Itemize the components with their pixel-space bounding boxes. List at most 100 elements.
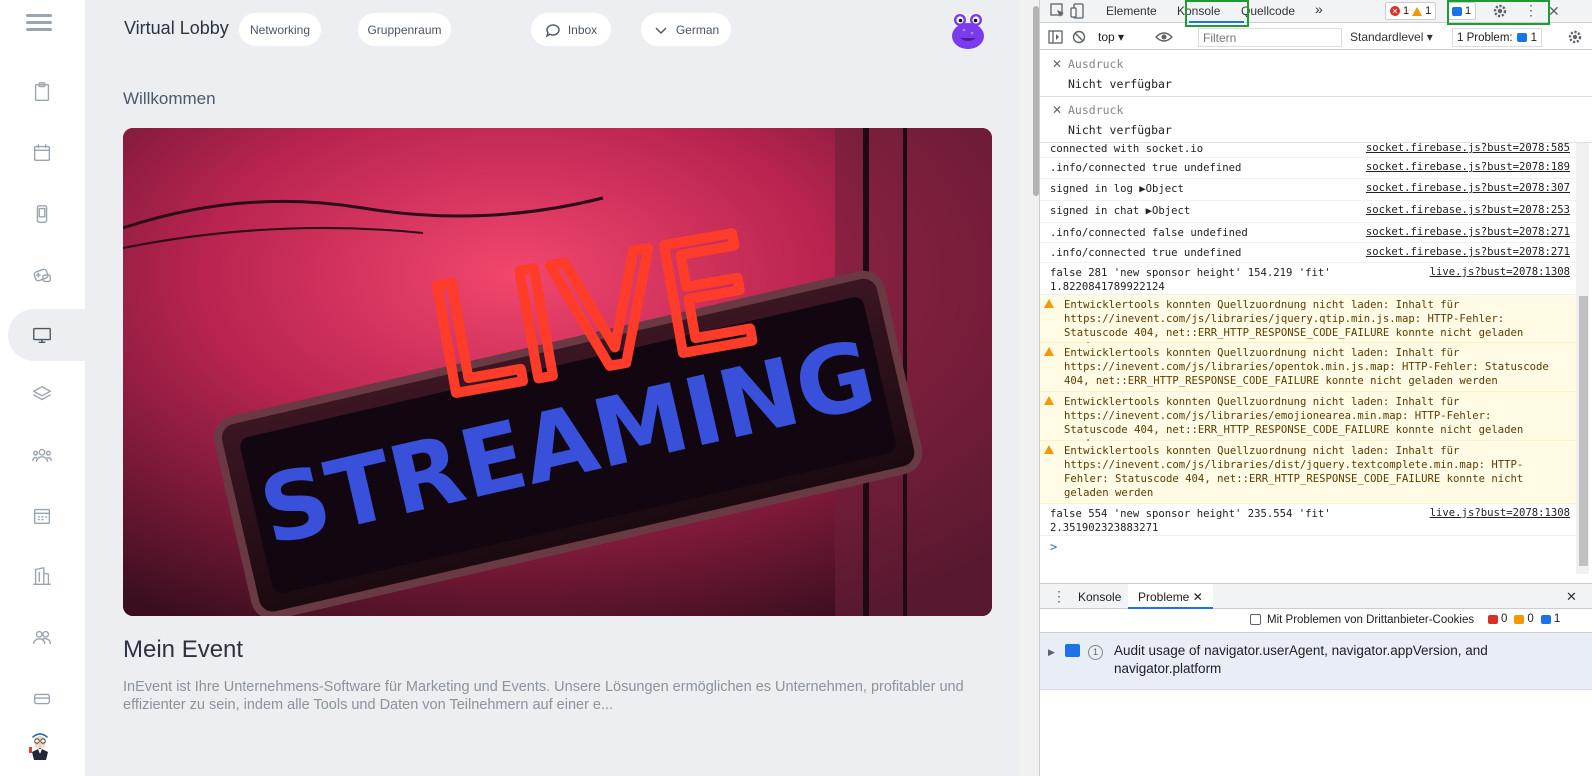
context-selector[interactable]: top ▾: [1098, 30, 1124, 44]
tab-elemente[interactable]: Elemente: [1106, 4, 1157, 18]
source-link[interactable]: socket.firebase.js?bust=2078:271: [1366, 246, 1570, 258]
remove-expression-icon[interactable]: ✕: [1052, 57, 1062, 71]
menu-icon[interactable]: [26, 14, 52, 34]
warning-icon: [1044, 445, 1054, 454]
error-icon: [1488, 614, 1498, 624]
source-link[interactable]: live.js?bust=2078:1308: [1430, 507, 1570, 519]
close-tab-icon: ✕: [1192, 590, 1203, 604]
source-link[interactable]: socket.firebase.js?bust=2078:189: [1366, 161, 1570, 173]
active-tab-indicator: [1189, 21, 1244, 23]
warning-icon: [1514, 614, 1525, 624]
live-expression: ✕ Ausdruck Nicht verfügbar: [1040, 51, 1592, 97]
source-link[interactable]: socket.firebase.js?bust=2078:585: [1366, 143, 1570, 154]
console-log-row: .info/connected false undefined socket.fi…: [1040, 223, 1576, 243]
live-streaming-banner[interactable]: STREAMING LIVE: [123, 128, 992, 616]
warning-icon: [1044, 347, 1054, 356]
mascot-logo: [20, 727, 60, 767]
event-description: InEvent ist Ihre Unternehmens-Software f…: [123, 679, 964, 713]
drawer-tab-probleme[interactable]: Probleme ✕: [1128, 584, 1213, 609]
calendar-grid-icon[interactable]: [22, 496, 62, 536]
expression-value: Nicht verfügbar: [1068, 123, 1172, 137]
console-scrollbar-thumb[interactable]: [1579, 296, 1588, 566]
close-drawer-icon[interactable]: ✕: [1566, 589, 1577, 605]
clear-console-icon[interactable]: [1072, 30, 1086, 44]
console-output: connected with socket.io socket.firebase.…: [1040, 143, 1592, 574]
phone-icon[interactable]: [22, 194, 62, 234]
language-dropdown[interactable]: German: [641, 13, 731, 46]
console-warning-row: Entwicklertools konnten Quellzuordnung n…: [1040, 295, 1576, 353]
gruppenraum-button[interactable]: Gruppenraum: [358, 13, 451, 46]
level-dropdown[interactable]: Standardlevel ▾: [1350, 30, 1433, 44]
console-log-row: .info/connected true undefined socket.fir…: [1040, 243, 1576, 263]
event-title: Mein Event: [123, 636, 244, 663]
third-party-cookie-label: Mit Problemen von Drittanbieter-Cookies: [1267, 614, 1475, 626]
console-log-row[interactable]: signed in chat ▶Object socket.firebase.js…: [1040, 201, 1576, 223]
expand-arrow-icon[interactable]: ▶: [1048, 647, 1055, 658]
drawer-menu-icon[interactable]: ⋮: [1052, 588, 1066, 605]
problems-toolbar: Mit Problemen von Drittanbieter-Cookies …: [1040, 609, 1592, 633]
console-warning-row: Entwicklertools konnten Quellzuordnung n…: [1040, 343, 1576, 392]
remove-expression-icon[interactable]: ✕: [1052, 103, 1062, 117]
issue-title[interactable]: Audit usage of navigator.userAgent, navi…: [1114, 642, 1544, 678]
console-warning-row: Entwicklertools konnten Quellzuordnung n…: [1040, 441, 1576, 504]
issue-count-badge: 1: [1088, 645, 1103, 660]
problems-counts: 0 0 1: [1488, 613, 1560, 625]
console-prompt[interactable]: >: [1050, 540, 1057, 554]
drawer-tab-konsole[interactable]: Konsole: [1078, 590, 1121, 604]
issue-message-icon: [1065, 644, 1080, 657]
inspect-element-icon[interactable]: [1050, 3, 1066, 19]
devtools-panel: Elemente Konsole Quellcode » ✕ 1 1 1 ⋮ ✕ …: [1039, 0, 1592, 776]
console-warning-row: Entwicklertools konnten Quellzuordnung n…: [1040, 392, 1576, 450]
problems-button-highlight: [1447, 0, 1550, 25]
sidebar-toggle-icon[interactable]: [1048, 30, 1063, 44]
building-icon[interactable]: [22, 556, 62, 596]
live-streaming-image: STREAMING LIVE: [123, 128, 992, 616]
device-toolbar-icon[interactable]: [1070, 3, 1086, 19]
people-group-icon[interactable]: [22, 435, 62, 475]
third-party-cookie-checkbox[interactable]: [1250, 614, 1261, 625]
console-log-row[interactable]: signed in log ▶Object socket.firebase.js?…: [1040, 179, 1576, 201]
error-warning-counter[interactable]: ✕ 1 1: [1385, 2, 1437, 20]
issue-row[interactable]: ▶ 1 Audit usage of navigator.userAgent, …: [1040, 633, 1592, 690]
source-link[interactable]: socket.firebase.js?bust=2078:271: [1366, 226, 1570, 238]
more-tabs-button[interactable]: »: [1315, 1, 1323, 17]
console-log-row: false 554 'new sponsor height' 235.554 '…: [1040, 504, 1576, 536]
live-expression: ✕ Ausdruck Nicht verfügbar: [1040, 97, 1592, 143]
ticket-icon[interactable]: [22, 679, 62, 719]
source-link[interactable]: socket.firebase.js?bust=2078:253: [1366, 204, 1570, 216]
warning-icon: [1044, 299, 1054, 308]
console-log-row: false 281 'new sponsor height' 154.219 '…: [1040, 263, 1576, 295]
gamepad-icon[interactable]: [22, 255, 62, 295]
avatar[interactable]: [950, 12, 986, 50]
users-icon[interactable]: [22, 617, 62, 657]
networking-button[interactable]: Networking: [239, 13, 321, 46]
chevron-down-icon: [655, 27, 667, 34]
drawer-tabbar: ⋮ Konsole Probleme ✕ ✕: [1040, 583, 1592, 609]
expression-value: Nicht verfügbar: [1068, 77, 1172, 91]
layers-icon[interactable]: [22, 374, 62, 414]
problems-button[interactable]: 1 Problem: 1: [1452, 28, 1543, 47]
error-icon: ✕: [1390, 6, 1400, 16]
console-log-row: .info/connected true undefined socket.fir…: [1040, 158, 1576, 179]
warning-icon: [1412, 6, 1423, 16]
clipboard-icon[interactable]: [22, 72, 62, 112]
monitor-icon[interactable]: [22, 315, 62, 355]
filter-input[interactable]: [1198, 28, 1342, 47]
chat-bubble-icon: [545, 23, 560, 37]
console-toolbar: top ▾ Standardlevel ▾ 1 Problem: 1: [1040, 25, 1592, 50]
inbox-button[interactable]: Inbox: [531, 13, 611, 46]
expression-label[interactable]: Ausdruck: [1068, 57, 1123, 71]
eye-icon[interactable]: [1155, 31, 1173, 43]
welcome-heading: Willkommen: [123, 89, 216, 108]
source-link[interactable]: live.js?bust=2078:1308: [1430, 266, 1570, 278]
tab-quellcode[interactable]: Quellcode: [1241, 4, 1295, 18]
app-title: Virtual Lobby: [124, 18, 229, 38]
console-log-row: connected with socket.io socket.firebase.…: [1040, 143, 1576, 158]
calendar-icon[interactable]: [22, 133, 62, 173]
console-settings-gear-icon[interactable]: [1567, 29, 1583, 45]
source-link[interactable]: socket.firebase.js?bust=2078:307: [1366, 182, 1570, 194]
expression-label[interactable]: Ausdruck: [1068, 103, 1123, 117]
warning-icon: [1044, 396, 1054, 405]
message-icon: [1516, 33, 1527, 42]
message-icon: [1540, 614, 1551, 624]
